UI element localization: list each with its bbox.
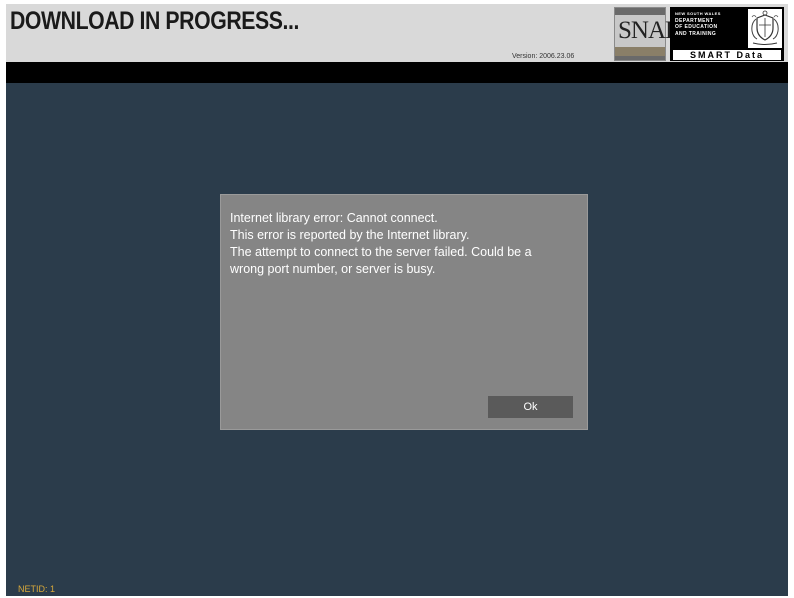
error-message: Internet library error: Cannot connect. … (230, 210, 582, 278)
error-message-line: Internet library error: Cannot connect. (230, 211, 438, 225)
snap-logo: SNAP (614, 7, 679, 61)
department-logo: NEW SOUTH WALES DEPARTMENT OF EDUCATION … (670, 7, 784, 61)
version-label: Version: 2006.23.06 (512, 53, 575, 60)
error-message-line: wrong port number, or server is busy. (230, 262, 436, 276)
snap-logo-text: SNAP (618, 17, 679, 44)
app-window: DOWNLOAD IN PROGRESS... Version: 2006.23… (6, 4, 788, 596)
smart-data-label: SMART Data (673, 50, 781, 60)
error-message-line: The attempt to connect to the server fai… (230, 245, 532, 259)
snap-logo-strip (615, 47, 665, 56)
header-bar: DOWNLOAD IN PROGRESS... Version: 2006.23… (6, 4, 788, 62)
error-message-line: This error is reported by the Internet l… (230, 228, 470, 242)
snap-logo-top-band (615, 8, 665, 15)
department-logo-text: NEW SOUTH WALES DEPARTMENT OF EDUCATION … (675, 11, 745, 37)
ok-button[interactable]: Ok (488, 396, 573, 418)
coat-of-arms-icon (748, 9, 782, 48)
toolbar-strip (6, 62, 788, 83)
error-dialog: Internet library error: Cannot connect. … (220, 194, 588, 430)
snap-logo-bottom-band (615, 56, 665, 60)
dept-line-4: AND TRAINING (675, 30, 717, 37)
page-title: DOWNLOAD IN PROGRESS... (10, 7, 299, 35)
netid-label: NETID: 1 (18, 584, 56, 594)
